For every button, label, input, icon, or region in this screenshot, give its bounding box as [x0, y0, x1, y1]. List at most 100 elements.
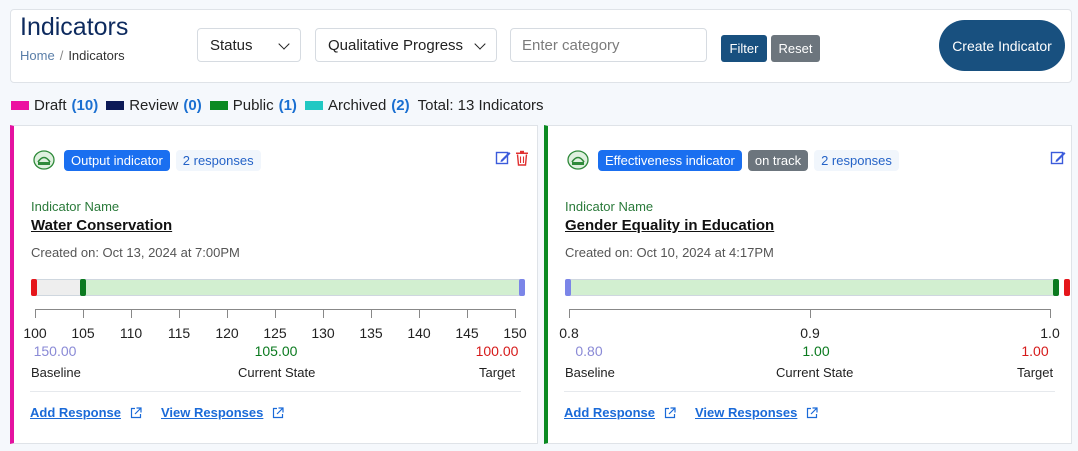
- target-value: 100.00: [475, 343, 519, 359]
- axis-tick-label: 150: [503, 325, 527, 341]
- legend-total: Total: 13 Indicators: [417, 97, 544, 114]
- reset-button[interactable]: Reset: [771, 35, 820, 62]
- axis-tick-label: 105: [71, 325, 95, 341]
- axis-tick: [35, 309, 36, 318]
- card-divider: [30, 391, 521, 392]
- axis-tick-label: 100: [23, 325, 47, 341]
- progress-bar-fill: [80, 280, 524, 295]
- created-date: Created on: Oct 10, 2024 at 4:17PM: [565, 245, 774, 260]
- axis-tick: [810, 309, 811, 318]
- badge-row: Effectiveness indicator on track 2 respo…: [598, 150, 905, 171]
- progress-bar-track: [31, 279, 525, 296]
- edit-icon[interactable]: [495, 150, 511, 166]
- status-legend: Draft (10) Review (0) Public (1) Archive…: [11, 97, 544, 114]
- target-marker: [1064, 279, 1070, 296]
- indicator-name-label: Indicator Name: [31, 199, 120, 214]
- breadcrumb-separator: /: [59, 48, 64, 63]
- add-response-link[interactable]: Add Response: [564, 405, 676, 420]
- axis-tick: [83, 309, 84, 318]
- axis-tick-label: 0.9: [800, 325, 820, 341]
- chevron-down-icon: [278, 38, 290, 50]
- axis-tick: [1050, 309, 1051, 318]
- indicator-name-link[interactable]: Water Conservation: [31, 217, 172, 234]
- axis-tick: [323, 309, 324, 318]
- edit-icon[interactable]: [1050, 150, 1066, 166]
- progress-bar-fill: [566, 280, 1056, 295]
- axis-tick: [419, 309, 420, 318]
- status-select-value: Status: [210, 37, 253, 54]
- target-caption: Target: [1017, 365, 1054, 380]
- progress-status-badge: on track: [747, 150, 809, 171]
- baseline-marker: [519, 279, 525, 296]
- view-responses-link[interactable]: View Responses: [161, 405, 284, 420]
- axis-tick-label: 1.0: [1040, 325, 1060, 341]
- legend-label: Archived: [327, 97, 387, 114]
- axis-tick-label: 135: [359, 325, 383, 341]
- external-link-icon: [130, 406, 142, 418]
- current-marker: [80, 279, 86, 296]
- external-link-icon: [807, 406, 818, 418]
- baseline-caption: Baseline: [565, 365, 615, 380]
- legend-item-draft: Draft (10): [11, 97, 98, 114]
- indicator-name-label: Indicator Name: [565, 199, 654, 214]
- axis-tick-label: 125: [263, 325, 287, 341]
- current-value: 105.00: [254, 343, 298, 359]
- axis-tick-label: 140: [407, 325, 431, 341]
- axis-tick-label: 110: [119, 325, 143, 341]
- legend-label: Draft: [34, 97, 67, 114]
- category-input[interactable]: [510, 28, 707, 62]
- legend-swatch-review: [106, 101, 125, 110]
- trash-icon[interactable]: [515, 150, 529, 166]
- indicator-type-badge: Output indicator: [64, 150, 170, 171]
- add-response-label: Add Response: [564, 405, 656, 420]
- progress-bar-track: [565, 279, 1057, 296]
- filter-button[interactable]: Filter: [721, 35, 767, 62]
- indicator-name-link[interactable]: Gender Equality in Education: [565, 217, 774, 234]
- view-responses-label: View Responses: [161, 405, 264, 420]
- legend-label: Review: [129, 97, 179, 114]
- axis-tick: [179, 309, 180, 318]
- current-value: 1.00: [802, 343, 830, 359]
- create-indicator-button[interactable]: Create Indicator: [939, 20, 1065, 71]
- indicator-type-badge: Effectiveness indicator: [598, 150, 742, 171]
- baseline-caption: Baseline: [31, 365, 81, 380]
- legend-swatch-archived: [304, 101, 323, 110]
- legend-label: Public: [232, 97, 274, 114]
- breadcrumb-home-link[interactable]: Home: [20, 48, 55, 63]
- created-date: Created on: Oct 13, 2024 at 7:00PM: [31, 245, 240, 260]
- organization-logo-icon: [567, 150, 589, 170]
- current-state-caption: Current State: [238, 365, 316, 380]
- baseline-marker: [565, 279, 571, 296]
- axis-tick: [275, 309, 276, 318]
- add-response-link[interactable]: Add Response: [30, 405, 142, 420]
- baseline-value: 150.00: [33, 343, 77, 359]
- target-caption: Target: [479, 365, 516, 380]
- target-marker: [31, 279, 37, 296]
- target-value: 1.00: [1021, 343, 1049, 359]
- qualitative-progress-select-value: Qualitative Progress: [328, 37, 464, 54]
- axis-tick: [467, 309, 468, 318]
- axis-tick-label: 145: [455, 325, 479, 341]
- axis-tick-label: 120: [215, 325, 239, 341]
- legend-item-review: Review (0): [106, 97, 202, 114]
- legend-count: (1): [278, 97, 297, 114]
- qualitative-progress-select[interactable]: Qualitative Progress: [315, 28, 497, 62]
- indicator-card: Output indicator 2 responses Indicator N…: [10, 125, 538, 444]
- current-state-caption: Current State: [776, 365, 854, 380]
- legend-item-archived: Archived (2): [304, 97, 410, 114]
- indicator-card: Effectiveness indicator on track 2 respo…: [544, 125, 1072, 444]
- external-link-icon: [664, 406, 676, 418]
- axis-tick: [227, 309, 228, 318]
- badge-row: Output indicator 2 responses: [64, 150, 267, 171]
- page-header: Indicators Home / Indicators Status Qualit…: [10, 9, 1072, 83]
- page-title: Indicators: [20, 13, 129, 41]
- status-select[interactable]: Status: [197, 28, 301, 62]
- axis-tick: [515, 309, 516, 318]
- baseline-value: 0.80: [575, 343, 603, 359]
- legend-swatch-draft: [11, 101, 29, 110]
- view-responses-label: View Responses: [695, 405, 798, 420]
- legend-swatch-public: [209, 101, 228, 110]
- breadcrumb: Home / Indicators: [20, 48, 125, 63]
- view-responses-link[interactable]: View Responses: [695, 405, 818, 420]
- current-marker: [1053, 279, 1059, 296]
